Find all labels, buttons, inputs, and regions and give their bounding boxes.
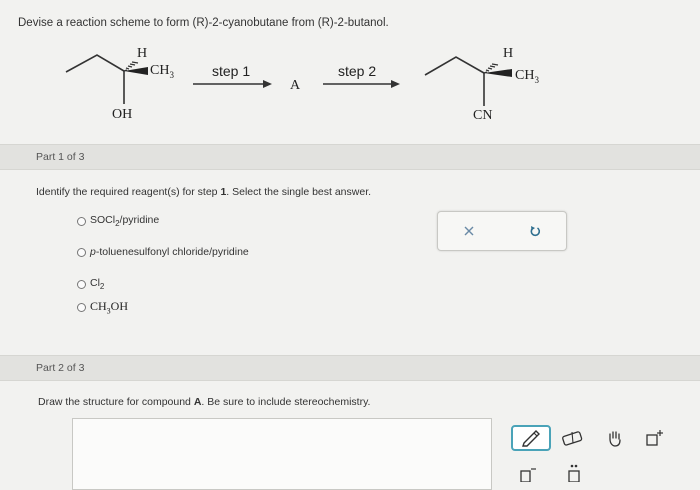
answer-actions [437,211,567,251]
option-tosyl-chloride-pyridine[interactable]: p-toluenesulfonyl chloride/pyridine [77,246,249,258]
charge-tool-button[interactable] [643,428,665,448]
option-label: CH3OH [90,299,129,316]
intermediate-a-label: A [290,78,301,93]
pencil-tool-button[interactable] [511,425,551,451]
step2-label: step 2 [338,63,377,79]
end-h-label: H [503,46,514,61]
end-ch3-label: CH3 [515,68,539,85]
pencil-icon [522,430,540,447]
radio-button[interactable] [77,216,86,226]
part2-label: Part 2 of 3 [36,362,85,374]
hand-tool-button[interactable] [603,427,627,449]
start-ch3-label: CH3 [150,63,174,80]
option-label: p-toluenesulfonyl chloride/pyridine [90,246,249,258]
part1-header: Part 1 of 3 [0,144,700,170]
radio-button[interactable] [77,247,86,257]
option-socl2-pyridine[interactable]: SOCl2/pyridine [77,214,159,228]
eraser-icon [562,431,583,446]
start-h-label: H [137,46,148,61]
eraser-tool-button[interactable] [559,428,585,448]
bracket-icon [520,468,536,482]
lone-pair-icon [568,464,580,482]
charge-icon [646,430,663,446]
radio-button[interactable] [77,279,86,289]
part2-header: Part 2 of 3 [0,355,700,381]
lone-pair-tool-button[interactable] [564,464,584,482]
radio-button[interactable] [77,302,86,312]
part2-question: Draw the structure for compound A. Be su… [38,396,371,408]
x-icon [464,226,474,236]
bracket-tool-button[interactable] [516,466,538,482]
part1-question: Identify the required reagent(s) for ste… [36,186,372,198]
option-label: Cl2 [90,277,105,292]
start-oh-label: OH [112,107,133,122]
starting-material-structure [65,54,512,106]
option-ch3oh[interactable]: CH3OH [77,299,128,315]
end-cn-label: CN [473,108,493,123]
reset-button[interactable] [524,221,546,241]
hand-icon [609,431,621,447]
drawing-canvas[interactable] [72,418,492,490]
step1-label: step 1 [212,63,251,79]
clear-button[interactable] [458,221,480,241]
option-label: SOCl2/pyridine [90,214,160,229]
undo-icon [530,226,541,237]
option-cl2[interactable]: Cl2 [77,277,104,291]
reaction-scheme: H CH3 OH step 1 A step 2 H CH3 CN [0,40,700,135]
question-title: Devise a reaction scheme to form (R)-2-c… [18,17,389,29]
part1-label: Part 1 of 3 [36,151,85,163]
